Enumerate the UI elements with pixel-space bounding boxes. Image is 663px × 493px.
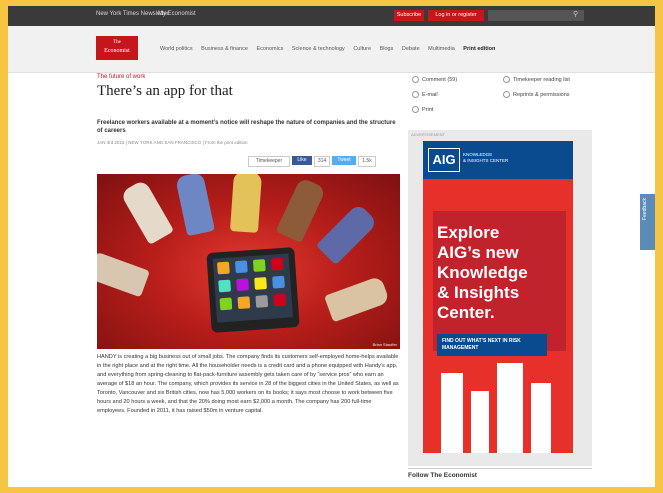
logo-line-2: Economist: [104, 48, 130, 54]
building-graphic: [497, 363, 523, 453]
illustration-figure: [97, 250, 150, 298]
sidebar-link-label: E-mail: [422, 91, 438, 98]
top-utility-bar: New York Times Newsletter My Economist S…: [8, 6, 655, 26]
reprints-icon: [503, 91, 510, 98]
like-count: 314: [314, 156, 330, 167]
ad-headline-line: & Insights: [437, 283, 520, 302]
aig-brand-bar: AIG KNOWLEDGE & INSIGHTS CENTER: [423, 141, 573, 179]
nav-item-blogs[interactable]: Blogs: [380, 46, 394, 52]
illustration-figure: [324, 275, 390, 323]
nav-item-print-edition[interactable]: Print edition: [463, 46, 495, 52]
ad-headline-line: Center.: [437, 303, 495, 322]
building-graphic: [471, 391, 489, 453]
advertisement-label: ADVERTISEMENT: [411, 132, 445, 137]
print-icon: [412, 106, 419, 113]
article-headline: There’s an app for that: [97, 83, 233, 99]
ad-headline-line: Knowledge: [437, 263, 528, 282]
article-hero-image: Brian Stauffer: [97, 174, 400, 349]
aig-advertisement[interactable]: AIG KNOWLEDGE & INSIGHTS CENTER Explore …: [423, 141, 573, 453]
main-nav: The Economist World politics Business & …: [8, 26, 655, 73]
browser-page: New York Times Newsletter My Economist S…: [8, 6, 655, 487]
nav-item-economics[interactable]: Economics: [256, 46, 283, 52]
ad-headline-line: Explore: [437, 223, 500, 242]
phone-illustration: [206, 247, 300, 333]
illustration-figure: [229, 174, 263, 233]
login-button[interactable]: Log in or register: [428, 10, 484, 21]
tweet-button[interactable]: Tweet: [332, 156, 356, 165]
illustration-figure: [175, 174, 215, 237]
nav-item-debate[interactable]: Debate: [402, 46, 420, 52]
search-icon[interactable]: ⚲: [573, 11, 581, 19]
sidebar-link-email[interactable]: E-mail: [412, 91, 438, 98]
aig-logo: AIG: [428, 148, 460, 172]
nav-items: World politics Business & finance Econom…: [160, 46, 502, 52]
image-credit: Brian Stauffer: [372, 342, 397, 347]
sidebar-link-reprints[interactable]: Reprints & permissions: [503, 91, 570, 98]
ad-headline-line: AIG’s new: [437, 243, 519, 262]
aig-center-name: KNOWLEDGE & INSIGHTS CENTER: [463, 152, 508, 164]
ad-cta-button[interactable]: FIND OUT WHAT’S NEXT IN RISK MANAGEMENT: [437, 334, 547, 356]
feedback-tab[interactable]: Feedback: [640, 194, 655, 250]
sidebar-link-label: Timekeeper reading list: [513, 76, 570, 83]
comment-icon: [412, 76, 419, 83]
illustration-figure: [315, 202, 379, 266]
sidebar-link-print[interactable]: Print: [412, 106, 433, 113]
sidebar-link-label: Reprints & permissions: [513, 91, 570, 98]
aig-center-line-1: KNOWLEDGE: [463, 152, 493, 157]
sidebar-link-comment[interactable]: Comment (59): [412, 76, 457, 83]
nav-item-science[interactable]: Science & technology: [292, 46, 345, 52]
illustration-figure: [275, 176, 327, 244]
building-graphic: [531, 383, 551, 453]
sidebar-link-label: Comment (59): [422, 76, 458, 83]
article-body: HANDY is creating a big business out of …: [97, 354, 399, 414]
article-rubric: Freelance workers available at a moment’…: [97, 120, 396, 134]
nav-item-multimedia[interactable]: Multimedia: [428, 46, 455, 52]
timekeeper-icon: [503, 76, 510, 83]
nav-item-culture[interactable]: Culture: [353, 46, 371, 52]
ad-headline: Explore AIG’s new Knowledge & Insights C…: [437, 223, 528, 323]
article-dateline: JAN 3rd 2015 | NEW YORK AND SAN FRANCISC…: [97, 140, 248, 145]
tweet-count: 1.5k: [358, 156, 376, 167]
facebook-like-button[interactable]: Like: [292, 156, 312, 165]
timekeeper-button[interactable]: Timekeeper: [248, 156, 290, 167]
nav-item-world-politics[interactable]: World politics: [160, 46, 193, 52]
sidebar-link-label: Print: [422, 106, 434, 113]
article-kicker[interactable]: The future of work: [97, 74, 145, 80]
aig-center-line-2: & INSIGHTS CENTER: [463, 158, 509, 163]
illustration-figure: [119, 179, 175, 245]
logo-line-1: The: [113, 40, 121, 45]
building-graphic: [441, 373, 463, 453]
economist-logo[interactable]: The Economist: [96, 36, 138, 60]
email-icon: [412, 91, 419, 98]
feedback-label: Feedback: [642, 198, 648, 220]
search-input[interactable]: ⚲: [488, 10, 584, 21]
topbar-link-my-economist[interactable]: My Economist: [158, 11, 196, 17]
follow-section-heading: Follow The Economist: [408, 468, 592, 479]
nav-item-business[interactable]: Business & finance: [201, 46, 248, 52]
sidebar-link-timekeeper[interactable]: Timekeeper reading list: [503, 76, 570, 83]
subscribe-button[interactable]: Subscribe: [394, 10, 424, 21]
